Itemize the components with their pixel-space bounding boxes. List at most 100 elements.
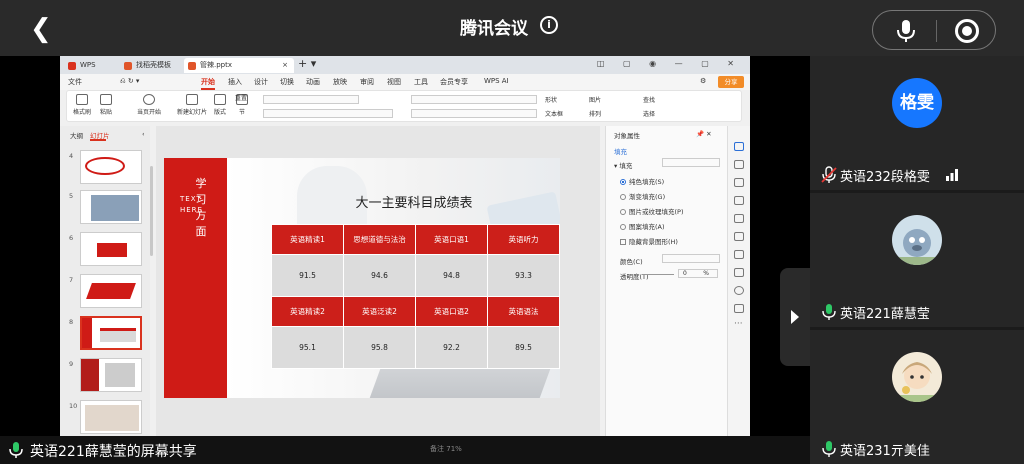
expand-sidebar-button[interactable] bbox=[780, 268, 810, 366]
ribbon-toolbar: 格式刷 粘贴 当页开始 新建幻灯片 版式 节 重置 形状 图片 文本框 排列 查… bbox=[66, 90, 742, 122]
slide-thumbnail-panel: 大纲 幻灯片 ‹ 4 5 6 7 8 9 10 bbox=[60, 126, 150, 436]
pin-close-icons[interactable]: 📌 ✕ bbox=[696, 130, 712, 138]
chat-icon[interactable] bbox=[734, 304, 744, 313]
copy-icon[interactable] bbox=[734, 178, 744, 187]
font-name-select[interactable] bbox=[263, 95, 359, 104]
menu-home[interactable]: 开始 bbox=[201, 77, 215, 87]
layout-button[interactable]: 版式 bbox=[211, 91, 229, 116]
menu-animation[interactable]: 动画 bbox=[306, 77, 320, 87]
info-icon[interactable]: i bbox=[540, 16, 558, 34]
tab-presentation[interactable]: 管辣.pptx × bbox=[184, 58, 294, 73]
radio-gradient-fill[interactable]: 渐变填充(G) bbox=[620, 191, 665, 201]
slide-thumbnail[interactable] bbox=[80, 400, 142, 434]
table-icon[interactable] bbox=[734, 268, 744, 277]
shape-button[interactable]: 形状 bbox=[545, 95, 573, 104]
back-chevron-icon[interactable]: ❮ bbox=[30, 14, 60, 44]
slide-thumbnail[interactable] bbox=[80, 150, 142, 184]
slide-thumbnail[interactable] bbox=[80, 358, 142, 392]
menu-wps-ai[interactable]: WPS AI bbox=[484, 77, 509, 85]
shapes-icon[interactable] bbox=[734, 160, 744, 169]
alignment-toolbar[interactable] bbox=[411, 109, 537, 118]
start-from-current-button[interactable]: 当页开始 bbox=[135, 91, 163, 116]
radio-solid-fill[interactable]: 纯色填充(S) bbox=[620, 176, 664, 186]
crop-icon[interactable] bbox=[734, 232, 744, 241]
tab-outline[interactable]: 大纲 bbox=[70, 130, 83, 140]
menu-file[interactable]: 文件 bbox=[68, 77, 82, 87]
radio-icon bbox=[620, 209, 626, 215]
participant-tile[interactable]: 格雯 英语232段格雯 bbox=[810, 56, 1024, 190]
ribbon-label: 格式刷 bbox=[72, 109, 91, 116]
slide-thumbnail-selected[interactable] bbox=[80, 316, 142, 350]
microphone-icon[interactable] bbox=[895, 19, 917, 43]
hide-bg-checkbox[interactable]: 隐藏背景图形(H) bbox=[620, 236, 678, 246]
participant-tile[interactable]: 英语231亓美佳 bbox=[810, 330, 1024, 464]
current-slide[interactable]: 学习方面 TEXT HERE 大一主要科目成绩表 英语精读1 思想道德与法治 英… bbox=[164, 158, 560, 398]
props-tab-fill[interactable]: 填充 bbox=[614, 146, 627, 156]
thumbnail-scrollbar[interactable] bbox=[150, 166, 153, 256]
menu-transition[interactable]: 切换 bbox=[280, 77, 294, 87]
transition-icon[interactable] bbox=[734, 214, 744, 223]
radio-picture-fill[interactable]: 图片或纹理填充(P) bbox=[620, 206, 684, 216]
reset-button[interactable]: 重置 bbox=[235, 93, 257, 102]
menu-tools[interactable]: 工具 bbox=[414, 77, 428, 87]
ribbon-label: 选择 bbox=[643, 111, 656, 118]
slide-thumbnail[interactable] bbox=[80, 232, 142, 266]
find-button[interactable]: 查找 bbox=[643, 95, 671, 104]
tab-wps-office[interactable]: WPS Office bbox=[64, 58, 116, 84]
participant-name: 英语232段格雯 bbox=[840, 170, 930, 185]
textbox-button[interactable]: 文本框 bbox=[545, 109, 577, 118]
table-row: 91.5 94.6 94.8 93.3 bbox=[271, 254, 560, 297]
paste-button[interactable]: 粘贴 bbox=[95, 91, 117, 116]
slide-thumbnail[interactable] bbox=[80, 274, 142, 308]
pptx-icon bbox=[188, 62, 196, 70]
menu-review[interactable]: 审阅 bbox=[360, 77, 374, 87]
picture-button[interactable]: 图片 bbox=[589, 95, 617, 104]
table-value-cell: 93.3 bbox=[487, 254, 560, 297]
format-painter-button[interactable]: 格式刷 bbox=[71, 91, 93, 116]
tab-template[interactable]: 找稻壳模板 bbox=[120, 58, 182, 73]
menu-slideshow[interactable]: 放映 bbox=[333, 77, 347, 87]
table-value-cell: 89.5 bbox=[487, 326, 560, 369]
radio-pattern-fill[interactable]: 图案填充(A) bbox=[620, 221, 665, 231]
close-icon[interactable]: × bbox=[282, 58, 288, 73]
record-icon[interactable] bbox=[955, 19, 979, 43]
window-controls[interactable]: ◫ ▢ ◉ — ▢ ✕ bbox=[597, 59, 742, 68]
help-icon[interactable] bbox=[734, 286, 744, 295]
properties-icon[interactable] bbox=[734, 142, 744, 151]
slide-title: 大一主要科目成绩表 bbox=[355, 196, 473, 211]
slide-number: 7 bbox=[69, 276, 74, 284]
font-style-toolbar[interactable] bbox=[263, 109, 393, 118]
layout-icon bbox=[214, 94, 226, 105]
menu-insert[interactable]: 插入 bbox=[228, 77, 242, 87]
image-icon[interactable] bbox=[734, 250, 744, 259]
microphone-muted-icon bbox=[821, 166, 837, 183]
color-dropdown[interactable] bbox=[662, 254, 720, 263]
table-header-cell: 英语听力 bbox=[487, 224, 560, 255]
arrange-button[interactable]: 排列 bbox=[589, 109, 617, 118]
select-button[interactable]: 选择 bbox=[643, 109, 671, 118]
settings-icon[interactable]: ⚙ bbox=[700, 77, 706, 85]
table-row: 英语精读1 思想道德与法治 英语口语1 英语听力 bbox=[271, 224, 560, 255]
screen-share-caption: 英语221薛慧莹的屏幕共享 备注 71% bbox=[0, 436, 810, 464]
fill-dropdown[interactable] bbox=[662, 158, 720, 167]
paragraph-toolbar[interactable] bbox=[411, 95, 537, 104]
more-icon[interactable]: ··· bbox=[734, 320, 744, 331]
zoom-level[interactable]: 71% bbox=[446, 445, 462, 453]
share-button[interactable]: 分享 bbox=[718, 76, 744, 88]
menu-view[interactable]: 视图 bbox=[387, 77, 401, 87]
transparency-input[interactable]: 0 % bbox=[678, 269, 718, 278]
slide-thumbnail[interactable] bbox=[80, 190, 142, 224]
animation-icon[interactable] bbox=[734, 196, 744, 205]
menu-design[interactable]: 设计 bbox=[254, 77, 268, 87]
undo-redo-icons[interactable]: ⎌ ↻ ▾ bbox=[120, 77, 139, 86]
collapse-panel-icon[interactable]: ‹ bbox=[142, 130, 145, 138]
new-slide-button[interactable]: 新建幻灯片 bbox=[175, 91, 209, 116]
menu-member[interactable]: 会员专享 bbox=[440, 77, 468, 87]
notes-label[interactable]: 备注 bbox=[430, 445, 444, 453]
wps-menubar: 文件 ⎌ ↻ ▾ 开始 插入 设计 切换 动画 放映 审阅 视图 工具 会员专享… bbox=[60, 74, 750, 90]
participant-tile[interactable]: 英语221薛慧莹 bbox=[810, 193, 1024, 327]
table-header-cell: 英语语法 bbox=[487, 296, 560, 327]
transparency-slider[interactable] bbox=[646, 274, 674, 275]
new-tab-icon[interactable]: + ▾ bbox=[298, 57, 316, 70]
radio-label: 纯色填充(S) bbox=[629, 178, 665, 186]
